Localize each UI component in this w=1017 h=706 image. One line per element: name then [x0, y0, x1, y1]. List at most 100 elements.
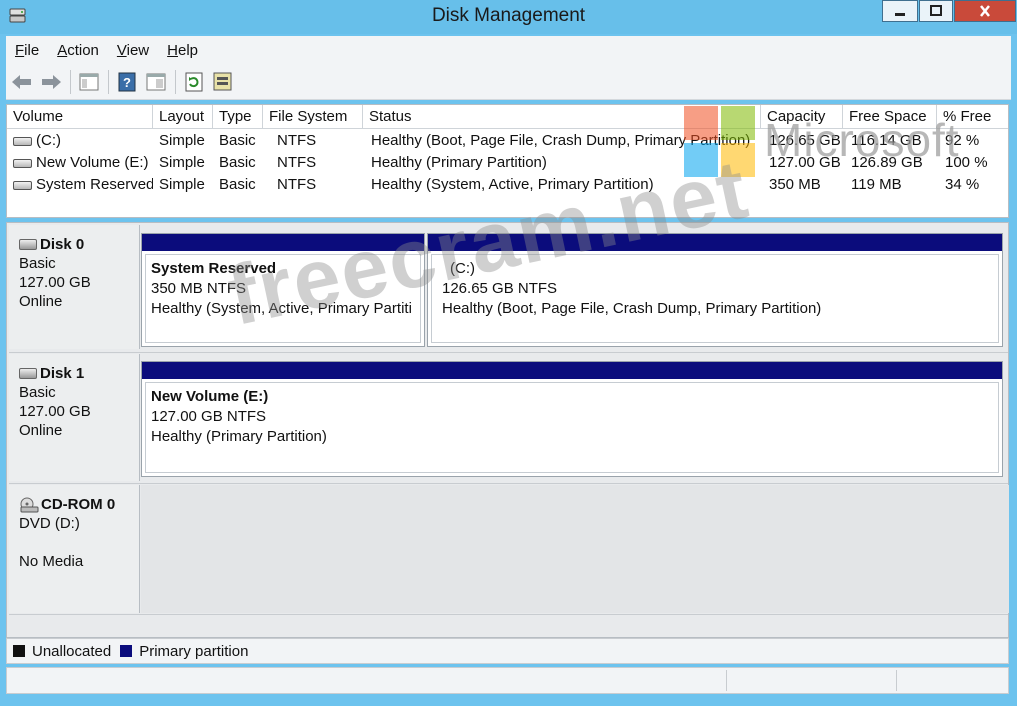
minimize-button[interactable]: [882, 0, 918, 22]
column-header-volume[interactable]: Volume: [7, 105, 153, 129]
cdrom-0-state: No Media: [19, 553, 84, 570]
cdrom-0-name: CD-ROM 0: [19, 495, 139, 514]
volume-cell: (C:): [7, 130, 153, 152]
cdrom-0-media-area[interactable]: [141, 485, 1009, 613]
menu-view-label: iew: [126, 41, 150, 59]
disk-1-label[interactable]: Disk 1 Basic 127.00 GB Online: [9, 354, 140, 481]
disk-0-size: 127.00 GB: [19, 274, 91, 291]
menu-help[interactable]: Help: [158, 42, 207, 59]
free-space-cell: 119 MB: [851, 176, 902, 193]
partition-c[interactable]: (C:) 126.65 GB NTFS Healthy (Boot, Page …: [427, 233, 1003, 347]
rescan-disks-button[interactable]: [211, 70, 235, 94]
disk-1-kind: Basic: [19, 384, 56, 401]
file-system-cell: NTFS: [277, 154, 317, 171]
partition-new-volume-e[interactable]: New Volume (E:) 127.00 GB NTFS Healthy (…: [141, 361, 1003, 477]
disk-0-kind: Basic: [19, 255, 56, 272]
capacity-cell: 350 MB: [769, 176, 821, 193]
forward-icon: [42, 74, 61, 89]
disk-0-name-text: Disk 0: [40, 236, 85, 253]
disk-0-state: Online: [19, 293, 63, 310]
toolbar-separator: [108, 69, 109, 94]
layout-cell: Simple: [159, 154, 205, 171]
console-tree-button[interactable]: [77, 70, 101, 94]
drive-icon: [13, 136, 32, 146]
disk-row-divider: [9, 614, 1008, 615]
menu-view-accel: V: [116, 41, 127, 59]
menu-action-label: ction: [67, 41, 99, 59]
help-button[interactable]: ?: [115, 70, 139, 94]
refresh-button[interactable]: [182, 70, 206, 94]
partition-details: New Volume (E:) 127.00 GB NTFS Healthy (…: [145, 382, 999, 473]
menu-file-accel: F: [15, 41, 25, 59]
volume-name: (C:): [36, 132, 61, 149]
status-bar-divider: [896, 670, 897, 691]
legend-swatch: [13, 645, 25, 657]
title-bar[interactable]: Disk Management: [0, 0, 1017, 34]
menu-view[interactable]: View: [108, 42, 158, 59]
primary-partition-bar: [428, 234, 1002, 251]
percent-free-cell: 34 %: [945, 176, 980, 193]
toolbar-separator: [175, 69, 176, 94]
column-header-type[interactable]: Type: [213, 105, 263, 129]
microsoft-logo-watermark: [684, 106, 756, 178]
logo-green-square: [721, 106, 755, 140]
svg-text:?: ?: [123, 75, 131, 90]
cdrom-0-name-text: CD-ROM 0: [41, 496, 116, 513]
logo-blue-square: [684, 143, 718, 177]
drive-icon: [13, 158, 32, 168]
partition-system-reserved[interactable]: System Reserved 350 MB NTFS Healthy (Sys…: [141, 233, 425, 347]
legend-item-primary-partition: Primary partition: [120, 643, 248, 660]
partition-title: System Reserved: [151, 260, 277, 277]
menu-action-accel: A: [57, 41, 68, 59]
maximize-button[interactable]: [919, 0, 953, 22]
console-tree-icon: [79, 73, 99, 90]
close-icon: [980, 5, 990, 17]
disk-0-label[interactable]: Disk 0 Basic 127.00 GB Online: [9, 225, 140, 349]
partition-status: Healthy (System, Active, Primary Partiti: [151, 300, 412, 317]
primary-partition-bar: [142, 234, 424, 251]
maximize-icon: [930, 5, 942, 16]
legend-swatch: [120, 645, 133, 657]
drive-icon: [13, 180, 32, 190]
file-system-cell: NTFS: [277, 176, 317, 193]
refresh-icon: [185, 72, 203, 91]
window-title: Disk Management: [431, 5, 586, 26]
legend-label: Primary partition: [139, 642, 249, 660]
partition-details: (C:) 126.65 GB NTFS Healthy (Boot, Page …: [431, 254, 999, 343]
hard-disk-icon: [19, 368, 37, 379]
column-header-file-system[interactable]: File System: [263, 105, 363, 129]
partition-details: System Reserved 350 MB NTFS Healthy (Sys…: [145, 254, 421, 343]
cd-rom-icon: [20, 497, 39, 512]
menu-file[interactable]: File: [6, 42, 48, 59]
properties-icon: [146, 73, 166, 90]
partition-size: 126.65 GB NTFS: [442, 280, 558, 297]
cdrom-0-label[interactable]: CD-ROM 0 DVD (D:) No Media: [9, 485, 140, 613]
disk-graphical-view: Disk 0 Basic 127.00 GB Online System Res…: [6, 222, 1009, 638]
properties-button[interactable]: [144, 70, 168, 94]
partition-size: 127.00 GB NTFS: [151, 408, 267, 425]
status-bar: [6, 667, 1009, 694]
status-bar-divider: [726, 670, 727, 691]
menu-action[interactable]: Action: [48, 42, 108, 59]
legend: Unallocated Primary partition: [6, 638, 1009, 664]
menu-help-label: elp: [177, 41, 199, 59]
forward-button[interactable]: [39, 70, 63, 94]
help-icon: ?: [118, 72, 136, 91]
partition-status: Healthy (Boot, Page File, Crash Dump, Pr…: [442, 300, 822, 317]
partition-status: Healthy (Primary Partition): [151, 428, 327, 445]
disk-row-divider: [9, 483, 1008, 484]
file-system-cell: NTFS: [277, 132, 317, 149]
type-cell: Basic: [219, 176, 256, 193]
layout-cell: Simple: [159, 176, 205, 193]
partition-title: (C:): [450, 260, 475, 277]
disk-row-divider: [9, 352, 1008, 353]
hard-disk-icon: [19, 239, 37, 250]
disk-1-state: Online: [19, 422, 63, 439]
column-header-layout[interactable]: Layout: [153, 105, 213, 129]
microsoft-logo-text: Microsoft: [764, 114, 960, 166]
close-button[interactable]: [954, 0, 1016, 22]
type-cell: Basic: [219, 132, 256, 149]
back-button[interactable]: [10, 70, 34, 94]
layout-cell: Simple: [159, 132, 205, 149]
disk-1-name: Disk 1: [19, 364, 139, 383]
